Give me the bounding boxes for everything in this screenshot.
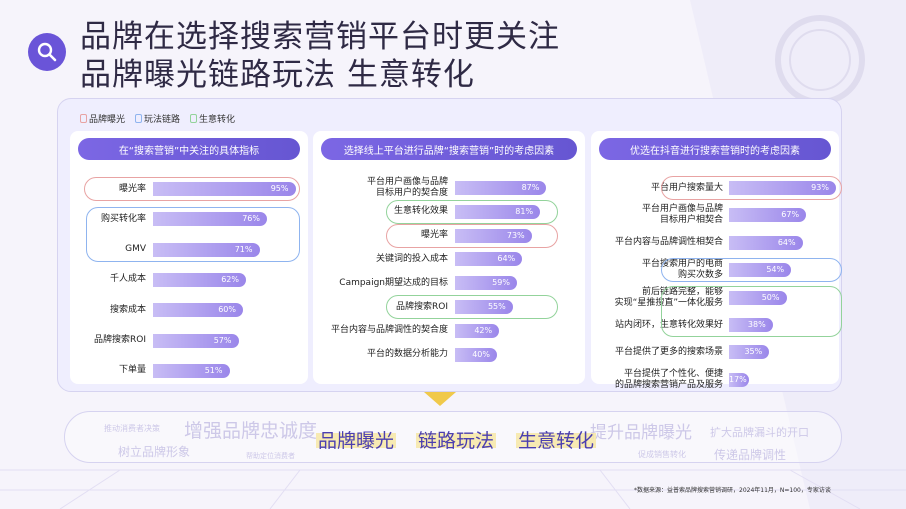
highlight-frame (386, 223, 558, 248)
legend: 品牌曝光 玩法链路 生意转化 (80, 112, 235, 125)
category-label: 关键词的投入成本 (375, 253, 448, 264)
title-line-1: 品牌在选择搜索营销平台时更关注 (80, 19, 560, 55)
bar-value-label: 67% (781, 210, 800, 220)
legend-item-conversion: 生意转化 (190, 112, 235, 125)
keyword-business-conversion: 生意转化 (518, 430, 595, 452)
highlight-frame (661, 176, 842, 200)
faded-phrase: 促成销售转化 (638, 450, 686, 459)
faded-phrase: 推动消费者决策 (104, 424, 160, 433)
legend-swatch (190, 114, 198, 123)
title-line-2: 品牌曝光链路玩法 生意转化 (80, 57, 475, 93)
category-label: 平台用户画像与品牌 目标用户相契合 (641, 204, 723, 226)
search-icon (28, 33, 66, 71)
bar-value-label: 42% (474, 325, 493, 335)
legend-swatch (135, 114, 143, 123)
category-label: 千人成本 (109, 274, 146, 285)
bar-value-label: 64% (777, 237, 796, 247)
category-label: 搜索成本 (109, 304, 146, 315)
chart-title: 优选在抖音进行搜索营销时的考虑因素 (599, 138, 831, 160)
highlight-frame (84, 177, 300, 201)
legend-item-exposure: 品牌曝光 (80, 112, 125, 125)
faded-phrase: 传递品牌调性 (714, 448, 787, 462)
bar-value-label: 62% (221, 274, 239, 284)
faded-phrase: 树立品牌形象 (118, 445, 191, 459)
highlight-frame (386, 199, 558, 224)
category-label: Campaign期望达成的目标 (339, 277, 448, 288)
keyword-play-flow: 链路玩法 (418, 430, 495, 452)
bar-value-label: 35% (744, 347, 763, 357)
highlight-frame (661, 258, 842, 283)
faded-phrase: 提升品牌曝光 (590, 423, 692, 443)
source-note: *数据来源：益普索品牌搜索营销调研，2024年11月，N=100，专家访谈 (634, 487, 831, 494)
category-label: 平台内容与品牌调性的契合度 (330, 325, 448, 336)
category-label: 平台提供了个性化、便捷 的品牌搜索营销产品及服务 (614, 368, 723, 390)
legend-swatch (80, 114, 87, 123)
down-arrow-icon (424, 392, 456, 406)
bar-value-label: 17% (729, 374, 747, 384)
category-label: 下单量 (118, 365, 146, 376)
category-label: 平台提供了更多的搜索场景 (614, 346, 723, 357)
chart-title: 选择线上平台进行品牌“搜索营销”时的考虑因素 (321, 138, 577, 160)
faded-phrase: 增强品牌忠诚度 (184, 420, 318, 442)
bar-value-label: 59% (492, 278, 510, 288)
bar-value-label: 40% (472, 349, 490, 359)
bar-value-label: 87% (521, 183, 540, 192)
faded-phrase: 帮助定位消费者 (246, 452, 295, 460)
highlight-frame (386, 295, 558, 319)
bar-value-label: 60% (218, 305, 236, 315)
highlight-frame (661, 285, 842, 337)
bar-value-label: 57% (213, 335, 232, 345)
legend-item-playflow: 玩法链路 (135, 112, 180, 125)
bar-value-label: 51% (204, 365, 223, 375)
page-title: 品牌在选择搜索营销平台时更关注 品牌曝光链路玩法 生意转化 (80, 18, 560, 94)
keyword-brand-exposure: 品牌曝光 (318, 430, 395, 452)
category-label: 平台用户画像与品牌 目标用户的契合度 (366, 177, 448, 198)
bar-value-label: 64% (497, 254, 516, 264)
faded-phrase: 扩大品牌漏斗的开口 (710, 426, 809, 439)
category-label: 品牌搜索ROI (94, 335, 146, 345)
highlight-frame (86, 207, 300, 262)
category-label: 平台的数据分析能力 (366, 349, 448, 360)
category-label: 平台内容与品牌调性相契合 (614, 237, 723, 248)
chart-title: 在“搜索营销”中关注的具体指标 (78, 138, 300, 160)
